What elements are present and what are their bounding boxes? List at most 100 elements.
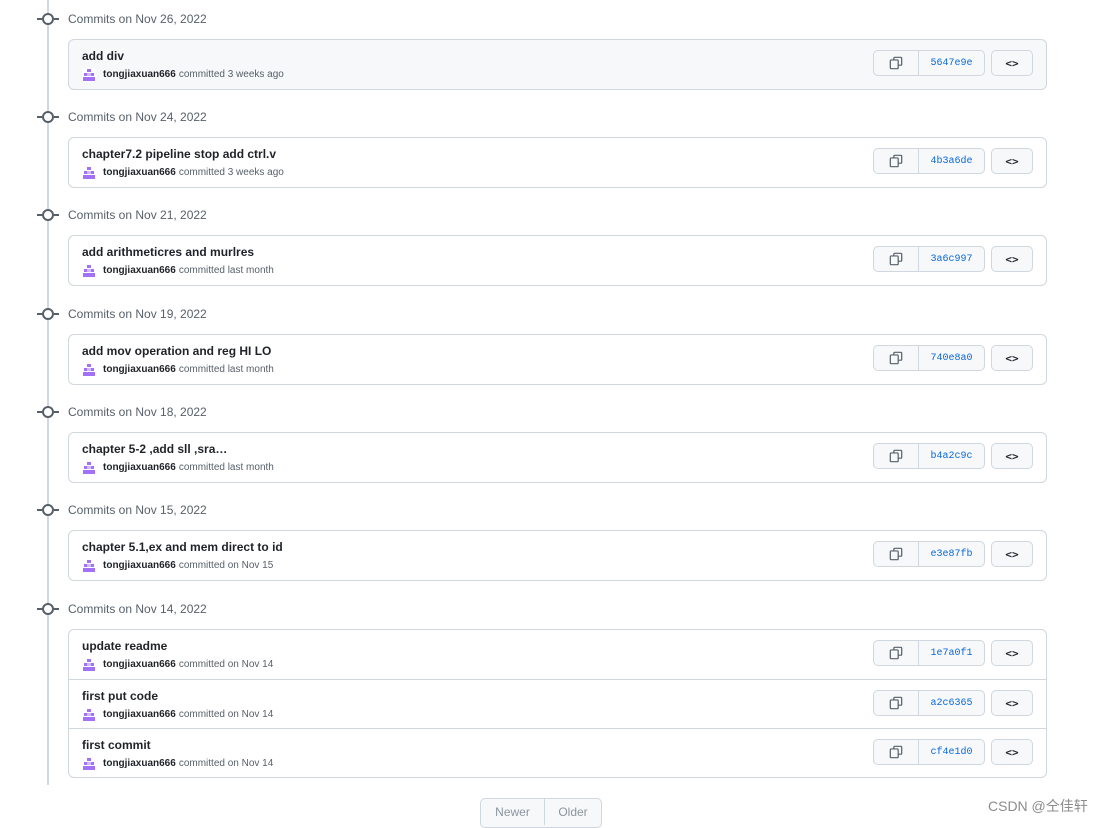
- commit-group: Commits on Nov 15, 2022 chapter 5.1,ex an…: [0, 501, 1103, 581]
- sha-button-group: 1e7a0f1: [873, 640, 985, 666]
- commit-sha-link[interactable]: a2c6365: [919, 691, 984, 715]
- code-icon: <>: [1005, 547, 1019, 561]
- commit-group-header: Commits on Nov 24, 2022: [0, 108, 1103, 128]
- avatar[interactable]: [82, 166, 96, 180]
- browse-repo-button[interactable]: <>: [991, 345, 1033, 371]
- commit-group: Commits on Nov 24, 2022 chapter7.2 pipeli…: [0, 108, 1103, 188]
- copy-icon: [889, 154, 903, 168]
- commit-group-title: Commits on Nov 15, 2022: [68, 503, 207, 517]
- commit-meta: tongjiaxuan666 committed 3 weeks ago: [82, 166, 284, 180]
- copy-sha-button[interactable]: [874, 149, 919, 173]
- commit-row: add div tongjiaxuan666 committed 3 weeks a…: [69, 40, 1046, 89]
- commit-sha-link[interactable]: e3e87fb: [919, 542, 984, 566]
- commit-list: chapter7.2 pipeline stop add ctrl.v tongj…: [68, 137, 1047, 188]
- sha-button-group: 740e8a0: [873, 345, 985, 371]
- commit-group-header: Commits on Nov 21, 2022: [0, 206, 1103, 226]
- author-link[interactable]: tongjiaxuan666: [103, 264, 176, 278]
- commit-sha-link[interactable]: 740e8a0: [919, 346, 984, 370]
- copy-sha-button[interactable]: [874, 444, 919, 468]
- commit-group-header: Commits on Nov 14, 2022: [0, 600, 1103, 620]
- author-link[interactable]: tongjiaxuan666: [103, 166, 176, 180]
- commit-group-header: Commits on Nov 15, 2022: [0, 501, 1103, 521]
- avatar[interactable]: [82, 708, 96, 722]
- author-link[interactable]: tongjiaxuan666: [103, 461, 176, 475]
- commit-time: committed last month: [178, 364, 274, 375]
- browse-repo-button[interactable]: <>: [991, 640, 1033, 666]
- copy-sha-button[interactable]: [874, 51, 919, 75]
- code-icon: <>: [1005, 745, 1019, 759]
- commit-group: Commits on Nov 18, 2022 chapter 5-2 ,add …: [0, 403, 1103, 483]
- commit-message-link[interactable]: first commit: [82, 738, 151, 753]
- avatar[interactable]: [82, 68, 96, 82]
- avatar[interactable]: [82, 559, 96, 573]
- commit-sha-link[interactable]: 1e7a0f1: [919, 641, 984, 665]
- avatar[interactable]: [82, 658, 96, 672]
- commit-group-header: Commits on Nov 18, 2022: [0, 403, 1103, 423]
- commit-message-link[interactable]: chapter 5-2 ,add sll ,sra…: [82, 442, 227, 457]
- commit-time: committed 3 weeks ago: [178, 167, 284, 178]
- commit-sha-link[interactable]: cf4e1d0: [919, 740, 984, 764]
- commit-message-link[interactable]: add div: [82, 49, 124, 64]
- commit-group: Commits on Nov 14, 2022 update readme tong…: [0, 600, 1103, 778]
- commit-meta: tongjiaxuan666 committed on Nov 14: [82, 757, 273, 771]
- code-icon: <>: [1005, 252, 1019, 266]
- author-link[interactable]: tongjiaxuan666: [103, 708, 176, 722]
- code-icon: <>: [1005, 154, 1019, 168]
- commit-sha-link[interactable]: b4a2c9c: [919, 444, 984, 468]
- copy-icon: [889, 696, 903, 710]
- copy-sha-button[interactable]: [874, 691, 919, 715]
- browse-repo-button[interactable]: <>: [991, 148, 1033, 174]
- commit-message-link[interactable]: add mov operation and reg HI LO: [82, 344, 271, 359]
- commit-meta: tongjiaxuan666 committed on Nov 15: [82, 559, 273, 573]
- browse-repo-button[interactable]: <>: [991, 690, 1033, 716]
- avatar[interactable]: [82, 461, 96, 475]
- commit-group: Commits on Nov 26, 2022 add div tongjiaxua…: [0, 10, 1103, 90]
- commit-meta: tongjiaxuan666 committed 3 weeks ago: [82, 68, 284, 82]
- commit-row: chapter 5.1,ex and mem direct to id tongj…: [69, 531, 1046, 580]
- commit-message-link[interactable]: update readme: [82, 639, 167, 654]
- sha-button-group: 5647e9e: [873, 50, 985, 76]
- author-link[interactable]: tongjiaxuan666: [103, 363, 176, 377]
- commit-row: chapter7.2 pipeline stop add ctrl.v tongj…: [69, 138, 1046, 187]
- browse-repo-button[interactable]: <>: [991, 50, 1033, 76]
- older-button[interactable]: Older: [545, 799, 601, 825]
- browse-repo-button[interactable]: <>: [991, 443, 1033, 469]
- commit-sha-link[interactable]: 3a6c997: [919, 247, 984, 271]
- avatar[interactable]: [82, 363, 96, 377]
- copy-sha-button[interactable]: [874, 542, 919, 566]
- author-link[interactable]: tongjiaxuan666: [103, 559, 176, 573]
- author-link[interactable]: tongjiaxuan666: [103, 658, 176, 672]
- commit-sha-link[interactable]: 5647e9e: [919, 51, 984, 75]
- commit-meta: tongjiaxuan666 committed last month: [82, 363, 274, 377]
- commit-list: add arithmeticres and murlres tongjiaxuan…: [68, 235, 1047, 286]
- author-link[interactable]: tongjiaxuan666: [103, 68, 176, 82]
- copy-icon: [889, 547, 903, 561]
- commit-meta: tongjiaxuan666 committed on Nov 14: [82, 708, 273, 722]
- browse-repo-button[interactable]: <>: [991, 246, 1033, 272]
- commit-time: committed last month: [178, 265, 274, 276]
- newer-button[interactable]: Newer: [481, 799, 545, 825]
- commit-message-link[interactable]: chapter 5.1,ex and mem direct to id: [82, 540, 283, 555]
- code-icon: <>: [1005, 449, 1019, 463]
- commit-message-link[interactable]: first put code: [82, 689, 158, 704]
- commit-message-link[interactable]: chapter7.2 pipeline stop add ctrl.v: [82, 147, 276, 162]
- commit-sha-link[interactable]: 4b3a6de: [919, 149, 984, 173]
- sha-button-group: 4b3a6de: [873, 148, 985, 174]
- commit-row: add mov operation and reg HI LO tongjiaxu…: [69, 335, 1046, 384]
- copy-sha-button[interactable]: [874, 346, 919, 370]
- author-link[interactable]: tongjiaxuan666: [103, 757, 176, 771]
- git-commit-icon: [37, 13, 59, 25]
- commit-time: committed on Nov 14: [178, 659, 274, 670]
- commit-row: first commit tongjiaxuan666 committed on N…: [69, 728, 1046, 777]
- copy-icon: [889, 351, 903, 365]
- git-commit-icon: [37, 111, 59, 123]
- copy-sha-button[interactable]: [874, 247, 919, 271]
- copy-sha-button[interactable]: [874, 641, 919, 665]
- commit-message-link[interactable]: add arithmeticres and murlres: [82, 245, 254, 260]
- avatar[interactable]: [82, 264, 96, 278]
- browse-repo-button[interactable]: <>: [991, 541, 1033, 567]
- avatar[interactable]: [82, 757, 96, 771]
- git-commit-icon: [37, 308, 59, 320]
- copy-sha-button[interactable]: [874, 740, 919, 764]
- browse-repo-button[interactable]: <>: [991, 739, 1033, 765]
